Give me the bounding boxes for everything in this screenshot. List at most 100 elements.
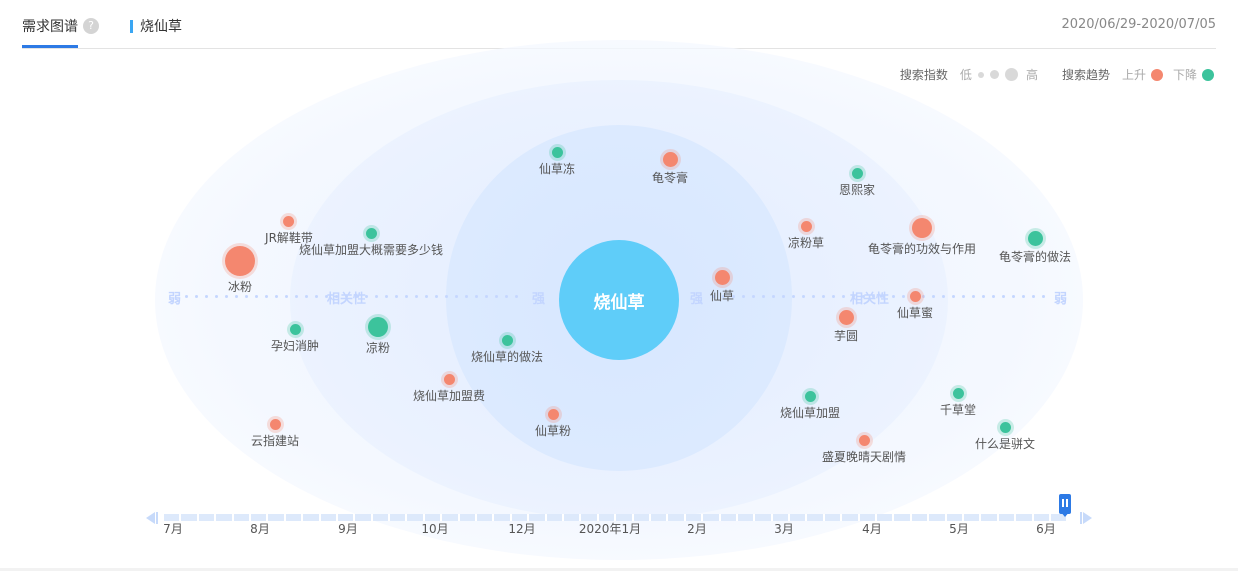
timeline-tick: [373, 514, 391, 521]
term-node[interactable]: 什么是骈文: [974, 421, 1036, 452]
term-node[interactable]: 仙草粉: [534, 408, 572, 439]
term-label: 孕妇消肿: [270, 338, 320, 353]
term-node[interactable]: 烧仙草加盟大概需要多少钱: [299, 227, 443, 258]
timeline-month-label[interactable]: 7月: [163, 520, 183, 537]
axis-relevance-right: 相关性: [850, 292, 890, 307]
term-node[interactable]: 烧仙草的做法: [471, 334, 543, 365]
axis-weak-right: 弱: [1054, 292, 1068, 307]
term-node[interactable]: 孕妇消肿: [270, 323, 320, 354]
axis-dot: [465, 294, 468, 298]
axis-strong-left: 强: [532, 292, 546, 307]
timeline-handle[interactable]: [1059, 494, 1071, 517]
axis-dot: [1002, 294, 1005, 298]
axis-dot: [822, 294, 825, 298]
axis-dot: [515, 294, 518, 298]
timeline-tick: [738, 514, 756, 521]
term-label: 什么是骈文: [974, 436, 1036, 451]
term-node[interactable]: 冰粉: [225, 246, 255, 295]
trend-down-bubble: [289, 323, 301, 335]
term-label: 仙草粉: [534, 423, 572, 438]
term-node[interactable]: 仙草: [709, 269, 735, 304]
trend-down-bubble: [551, 146, 563, 158]
trend-up-bubble: [662, 151, 678, 167]
timeline-prev-icon[interactable]: [146, 512, 155, 524]
timeline-tick: [303, 514, 321, 521]
axis-dot: [195, 294, 198, 298]
axis-relevance-left: 相关性: [327, 292, 367, 307]
timeline-tick: [755, 514, 773, 521]
axis-dot: [772, 294, 775, 298]
timeline-tick: [477, 514, 495, 521]
timeline-tick: [825, 514, 843, 521]
timeline-month-label[interactable]: 5月: [949, 520, 969, 537]
axis-strong-right: 强: [690, 292, 704, 307]
timeline-month-label[interactable]: 8月: [250, 520, 270, 537]
timeline-month-label[interactable]: 9月: [338, 520, 358, 537]
trend-up-bubble: [443, 373, 455, 385]
axis-dot: [475, 294, 478, 298]
term-node[interactable]: 恩熙家: [839, 167, 875, 198]
timeline-next-icon[interactable]: [1083, 512, 1092, 524]
timeline-end-bar: [1080, 512, 1082, 524]
trend-down-bubble: [501, 334, 513, 346]
trend-up-bubble: [838, 309, 854, 325]
term-node[interactable]: 凉粉草: [788, 220, 824, 251]
term-node[interactable]: 龟苓膏的做法: [998, 230, 1072, 265]
timeline-slider[interactable]: 7月 8月 9月 10月 12月 2020年1月 2月 3月 4月 5月 6月: [146, 494, 1092, 540]
axis-dot: [742, 294, 745, 298]
axis-dot: [962, 294, 965, 298]
timeline-tick: [912, 514, 930, 521]
axis-dot: [455, 294, 458, 298]
term-node[interactable]: 芋圆: [833, 309, 859, 344]
trend-up-bubble: [283, 215, 295, 227]
term-label: 龟苓膏: [651, 170, 689, 185]
term-node[interactable]: 盛夏晚晴天剧情: [821, 434, 907, 465]
term-label: 芋圆: [833, 328, 859, 343]
term-node[interactable]: 仙草冻: [539, 146, 575, 177]
term-label: 仙草: [709, 288, 735, 303]
term-label: 冰粉: [227, 280, 252, 294]
trend-up-bubble: [547, 408, 559, 420]
axis-dot: [275, 294, 278, 298]
timeline-month-label[interactable]: 4月: [862, 520, 882, 537]
timeline-month-label[interactable]: 6月: [1036, 520, 1056, 537]
term-label: 盛夏晚晴天剧情: [821, 449, 907, 464]
term-node[interactable]: 云指建站: [251, 418, 299, 449]
timeline-tick: [981, 514, 999, 521]
timeline-month-label[interactable]: 10月: [421, 520, 448, 537]
term-node[interactable]: 仙草蜜: [896, 290, 934, 321]
axis-dot: [295, 294, 298, 298]
trend-down-bubble: [1027, 230, 1043, 246]
term-label: 仙草蜜: [896, 305, 934, 320]
timeline-tick: [216, 514, 234, 521]
timeline-tick: [807, 514, 825, 521]
axis-dot: [982, 294, 985, 298]
axis-dot: [812, 294, 815, 298]
term-node[interactable]: 龟苓膏的功效与作用: [868, 218, 976, 257]
axis-dot: [952, 294, 955, 298]
timeline-month-label[interactable]: 12月: [508, 520, 535, 537]
axis-dot: [215, 294, 218, 298]
timeline-month-label[interactable]: 2月: [687, 520, 707, 537]
axis-dot: [405, 294, 408, 298]
axis-dot: [1032, 294, 1035, 298]
center-keyword-node[interactable]: 烧仙草: [559, 240, 679, 360]
term-label: 龟苓膏的做法: [998, 249, 1072, 264]
term-node[interactable]: 龟苓膏: [651, 151, 689, 186]
axis-dot: [305, 294, 308, 298]
timeline-tick: [651, 514, 669, 521]
term-node[interactable]: 烧仙草加盟费: [413, 373, 485, 404]
axis-dot: [375, 294, 378, 298]
term-node[interactable]: 千草堂: [940, 387, 976, 418]
timeline-month-label[interactable]: 3月: [774, 520, 794, 537]
axis-dot: [315, 294, 318, 298]
axis-dot: [485, 294, 488, 298]
axis-dot: [1012, 294, 1015, 298]
trend-down-bubble: [851, 167, 863, 179]
term-node[interactable]: 凉粉: [366, 317, 390, 356]
axis-dot: [435, 294, 438, 298]
timeline-tick: [721, 514, 738, 521]
timeline-month-label[interactable]: 2020年1月: [579, 520, 641, 537]
axis-dot: [842, 294, 845, 298]
term-node[interactable]: 烧仙草加盟: [780, 390, 840, 421]
